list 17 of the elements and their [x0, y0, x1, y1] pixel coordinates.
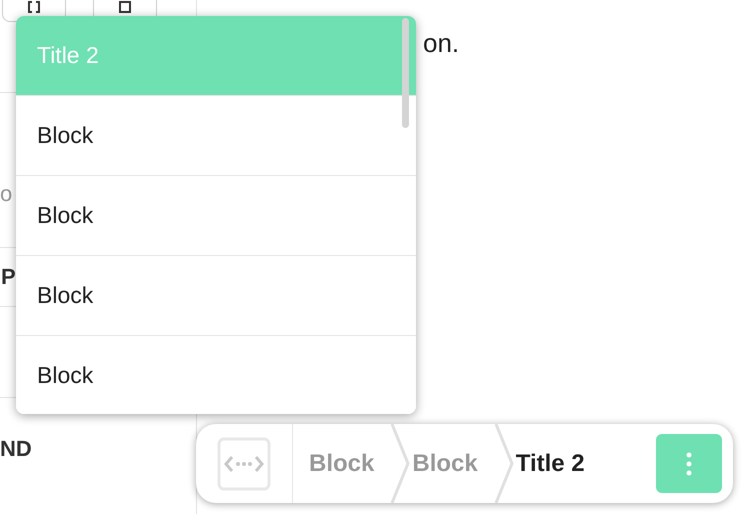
code-icon[interactable] [217, 436, 271, 490]
section-label: o [0, 183, 12, 205]
body-text: on. [423, 28, 460, 58]
section-heading: P [1, 266, 16, 288]
dropdown-item[interactable]: Block [16, 176, 416, 256]
more-icon [686, 452, 692, 476]
chevron-separator-icon [390, 424, 412, 503]
dropdown-item[interactable]: Block [16, 256, 416, 336]
breadcrumb-item[interactable]: Title 2 [516, 424, 601, 503]
dropdown-item[interactable]: Block [16, 336, 416, 414]
more-button[interactable] [656, 434, 722, 493]
scrollbar[interactable] [402, 18, 409, 128]
dropdown-item[interactable]: Block [16, 96, 416, 176]
section-heading: ND [0, 438, 32, 460]
square-icon [119, 1, 131, 13]
bracket-icon [28, 1, 40, 13]
chevron-separator-icon [494, 424, 516, 503]
